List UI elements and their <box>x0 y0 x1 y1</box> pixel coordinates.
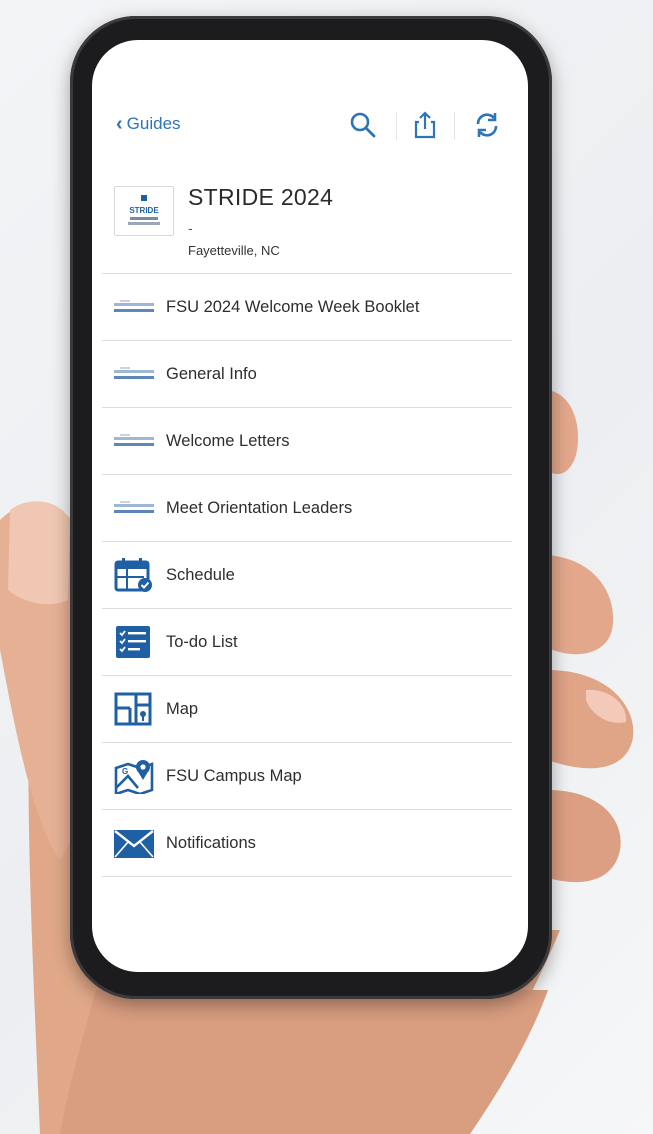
menu-item-notifications[interactable]: Notifications <box>102 810 512 877</box>
top-navigation-bar: ‹ Guides <box>92 40 528 160</box>
menu-item-label: General Info <box>166 364 257 383</box>
envelope-icon <box>112 825 156 861</box>
map-pin-icon: G <box>112 758 156 794</box>
calendar-check-icon <box>112 557 156 593</box>
guide-header: STRIDE STRIDE 2024 - Fayetteville, NC <box>92 180 528 280</box>
menu-item-label: Schedule <box>166 565 235 584</box>
menu-item-welcome-week-booklet[interactable]: FSU 2024 Welcome Week Booklet <box>102 274 512 341</box>
menu-item-label: Map <box>166 699 199 718</box>
refresh-icon[interactable] <box>472 110 502 140</box>
search-icon[interactable] <box>348 110 378 140</box>
toolbar-divider <box>454 112 455 140</box>
chevron-left-icon: ‹ <box>116 113 123 135</box>
back-label: Guides <box>126 114 181 133</box>
banner-thumbnail-icon <box>112 356 156 392</box>
guide-subtitle: - <box>188 220 193 236</box>
guide-title: STRIDE 2024 <box>188 184 334 210</box>
menu-item-label: FSU 2024 Welcome Week Booklet <box>166 297 420 316</box>
menu-item-label: FSU Campus Map <box>166 766 302 785</box>
menu-item-label: Meet Orientation Leaders <box>166 498 353 517</box>
floor-map-icon <box>112 691 156 727</box>
menu-item-label: Welcome Letters <box>166 431 290 450</box>
guide-location: Fayetteville, NC <box>188 243 280 258</box>
app-screen: ‹ Guides STRIDE STRIDE 2024 - Fayettevil… <box>92 40 528 972</box>
menu-item-general-info[interactable]: General Info <box>102 341 512 408</box>
menu-item-map[interactable]: Map <box>102 676 512 743</box>
back-to-guides-button[interactable]: ‹ Guides <box>116 114 181 134</box>
guide-menu: FSU 2024 Welcome Week Booklet General In… <box>102 273 512 877</box>
guide-logo: STRIDE <box>114 186 174 236</box>
menu-item-fsu-campus-map[interactable]: G FSU Campus Map <box>102 743 512 810</box>
toolbar-divider <box>396 112 397 140</box>
menu-item-meet-orientation-leaders[interactable]: Meet Orientation Leaders <box>102 475 512 542</box>
svg-text:G: G <box>122 767 128 776</box>
menu-item-label: Notifications <box>166 833 256 852</box>
menu-item-todo-list[interactable]: To-do List <box>102 609 512 676</box>
share-icon[interactable] <box>410 110 440 140</box>
checklist-icon <box>112 624 156 660</box>
banner-thumbnail-icon <box>112 289 156 325</box>
menu-item-schedule[interactable]: Schedule <box>102 542 512 609</box>
menu-item-label: To-do List <box>166 632 238 651</box>
logo-text: STRIDE <box>129 206 159 215</box>
banner-thumbnail-icon <box>112 423 156 459</box>
banner-thumbnail-icon <box>112 490 156 526</box>
stride-logo-icon: STRIDE <box>128 195 160 225</box>
menu-item-welcome-letters[interactable]: Welcome Letters <box>102 408 512 475</box>
